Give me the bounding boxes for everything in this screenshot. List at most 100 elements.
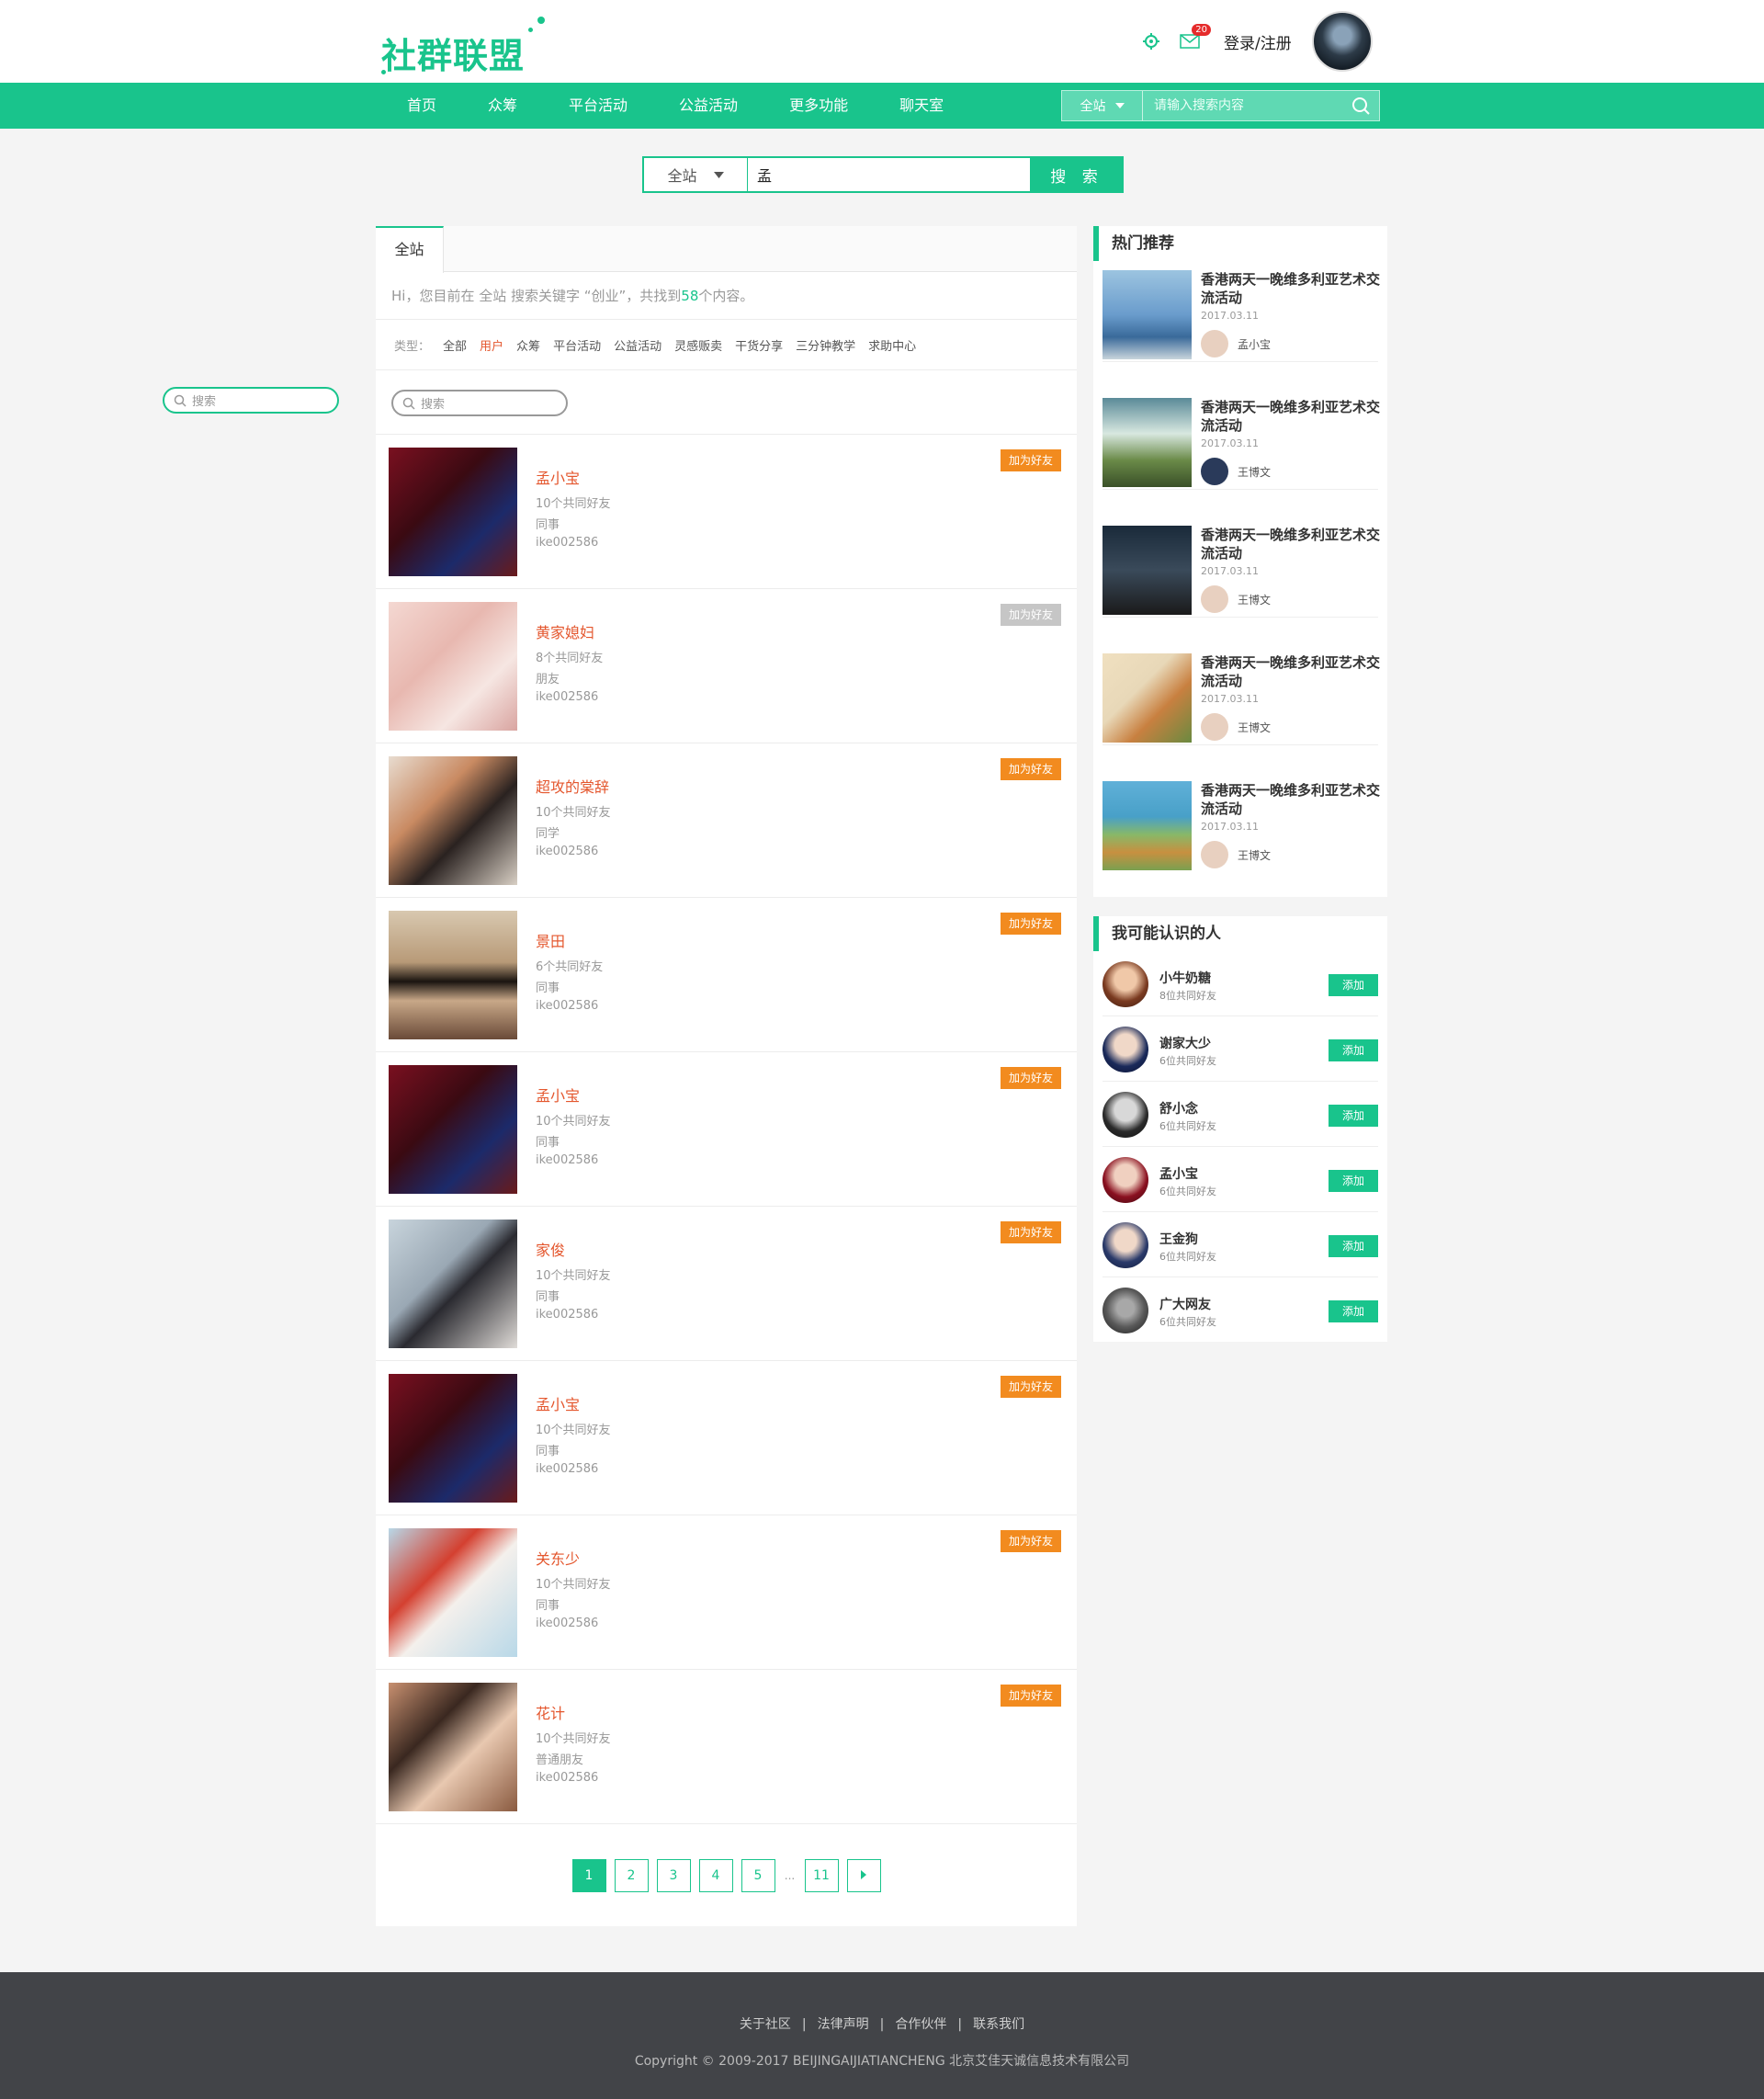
user-photo[interactable] [389,1683,517,1811]
hot-item[interactable]: 香港两天一晚维多利亚艺术交流活动 2017.03.11 王博文 [1102,516,1380,618]
nav-item-crowdfunding[interactable]: 众筹 [462,83,543,129]
login-register-link[interactable]: 登录/注册 [1224,30,1292,53]
result-item: 黄家媳妇 8个共同好友 朋友 ike002586 加为好友 [376,589,1077,743]
hot-item[interactable]: 香港两天一晚维多利亚艺术交流活动 2017.03.11 王博文 [1102,389,1380,490]
user-photo[interactable] [389,911,517,1039]
tab-all[interactable]: 全站 [376,226,444,273]
avatar[interactable] [1102,1222,1148,1268]
result-name[interactable]: 家俊 [536,1238,565,1260]
hot-item[interactable]: 香港两天一晚维多利亚艺术交流活动 2017.03.11 王博文 [1102,644,1380,745]
result-name[interactable]: 花计 [536,1701,565,1723]
add-person-button[interactable]: 添加 [1329,1300,1378,1322]
type-users[interactable]: 用户 [480,336,503,354]
result-name[interactable]: 孟小宝 [536,1084,580,1106]
mail-icon[interactable]: 20 [1178,24,1211,53]
person-name[interactable]: 广大网友 [1159,1295,1211,1313]
add-friend-button[interactable]: 加为好友 [1001,449,1061,471]
user-photo[interactable] [389,756,517,885]
avatar[interactable] [1102,1157,1148,1203]
page-11-button[interactable]: 11 [804,1859,839,1892]
add-friend-button[interactable]: 加为好友 [1001,758,1061,780]
result-name[interactable]: 黄家媳妇 [536,620,594,642]
result-item: 景田 6个共同好友 同事 ike002586 加为好友 [376,898,1077,1052]
type-all[interactable]: 全部 [443,336,467,354]
type-inspiration[interactable]: 灵感贩卖 [674,336,722,354]
user-avatar[interactable] [1311,11,1373,72]
hot-item-date: 2017.03.11 [1201,310,1259,322]
add-friend-button[interactable]: 加为好友 [1001,913,1061,935]
gear-icon[interactable] [1139,29,1163,53]
add-person-button[interactable]: 添加 [1329,1105,1378,1127]
avatar[interactable] [1102,1288,1148,1333]
add-friend-button[interactable]: 加为好友 [1001,604,1061,626]
nav-item-home[interactable]: 首页 [381,83,462,129]
hot-item[interactable]: 香港两天一晚维多利亚艺术交流活动 2017.03.11 王博文 [1102,772,1380,873]
result-name[interactable]: 孟小宝 [536,1392,580,1414]
main-search-button[interactable]: 搜 索 [1030,156,1124,193]
user-photo[interactable] [389,1065,517,1194]
user-photo[interactable] [389,602,517,731]
hot-item[interactable]: 香港两天一晚维多利亚艺术交流活动 2017.03.11 孟小宝 [1102,261,1380,362]
nav-item-more[interactable]: 更多功能 [763,83,874,129]
avatar [1201,841,1228,868]
type-crowdfunding[interactable]: 众筹 [516,336,540,354]
search-icon[interactable] [1342,91,1379,120]
person-name[interactable]: 舒小念 [1159,1099,1198,1118]
left-search-input[interactable]: 搜索 [163,387,339,414]
result-name[interactable]: 孟小宝 [536,466,580,488]
type-platform-events[interactable]: 平台活动 [553,336,601,354]
avatar[interactable] [1102,1027,1148,1072]
page-3-button[interactable]: 3 [656,1859,691,1892]
add-friend-button[interactable]: 加为好友 [1001,1530,1061,1552]
main-search-bar: 全站 搜 索 [642,156,1124,193]
add-person-button[interactable]: 添加 [1329,974,1378,996]
avatar[interactable] [1102,1092,1148,1138]
hot-image [1102,526,1192,615]
type-tutorial[interactable]: 三分钟教学 [796,336,855,354]
type-help-center[interactable]: 求助中心 [868,336,916,354]
footer-link-legal[interactable]: 法律声明 [818,2017,869,2032]
person-name[interactable]: 小牛奶糖 [1159,969,1211,987]
user-photo[interactable] [389,448,517,576]
page-4-button[interactable]: 4 [698,1859,733,1892]
add-person-button[interactable]: 添加 [1329,1235,1378,1257]
add-friend-button[interactable]: 加为好友 [1001,1067,1061,1089]
type-charity-events[interactable]: 公益活动 [614,336,662,354]
add-person-button[interactable]: 添加 [1329,1170,1378,1192]
person-name[interactable]: 谢家大少 [1159,1034,1211,1052]
nav-item-chatroom[interactable]: 聊天室 [874,83,969,129]
result-name[interactable]: 关东少 [536,1547,580,1569]
add-friend-button[interactable]: 加为好友 [1001,1685,1061,1707]
result-mutual: 10个共同好友 [536,1269,611,1283]
result-name[interactable]: 超攻的棠辞 [536,775,609,797]
result-relation: 普通朋友 [536,1753,584,1767]
page-1-button[interactable]: 1 [571,1859,606,1892]
site-logo[interactable]: 社群联盟 [381,17,556,81]
user-photo[interactable] [389,1374,517,1503]
result-item: 关东少 10个共同好友 同事 ike002586 加为好友 [376,1515,1077,1670]
main-search-scope[interactable]: 全站 [642,156,748,193]
person-name[interactable]: 王金狗 [1159,1230,1198,1248]
top-header: 社群联盟 20 登录/注册 [0,0,1764,83]
type-knowledge[interactable]: 干货分享 [735,336,783,354]
page-5-button[interactable]: 5 [741,1859,775,1892]
main-search-input[interactable] [748,156,1030,193]
add-friend-button[interactable]: 加为好友 [1001,1221,1061,1243]
nav-item-charity-events[interactable]: 公益活动 [653,83,763,129]
nav-search-scope[interactable]: 全站 [1062,91,1143,120]
page-2-button[interactable]: 2 [614,1859,649,1892]
user-photo[interactable] [389,1220,517,1348]
next-page-button[interactable] [846,1859,881,1892]
user-photo[interactable] [389,1528,517,1657]
nav-item-platform-events[interactable]: 平台活动 [543,83,653,129]
add-friend-button[interactable]: 加为好友 [1001,1376,1061,1398]
add-person-button[interactable]: 添加 [1329,1039,1378,1061]
avatar[interactable] [1102,961,1148,1007]
footer-link-about[interactable]: 关于社区 [740,2017,791,2032]
person-name[interactable]: 孟小宝 [1159,1164,1198,1183]
footer-link-partners[interactable]: 合作伙伴 [895,2017,946,2032]
footer-link-contact[interactable]: 联系我们 [973,2017,1024,2032]
result-filter-input[interactable]: 搜索 [391,390,568,416]
nav-search-input[interactable] [1143,91,1342,120]
result-name[interactable]: 景田 [536,929,565,951]
